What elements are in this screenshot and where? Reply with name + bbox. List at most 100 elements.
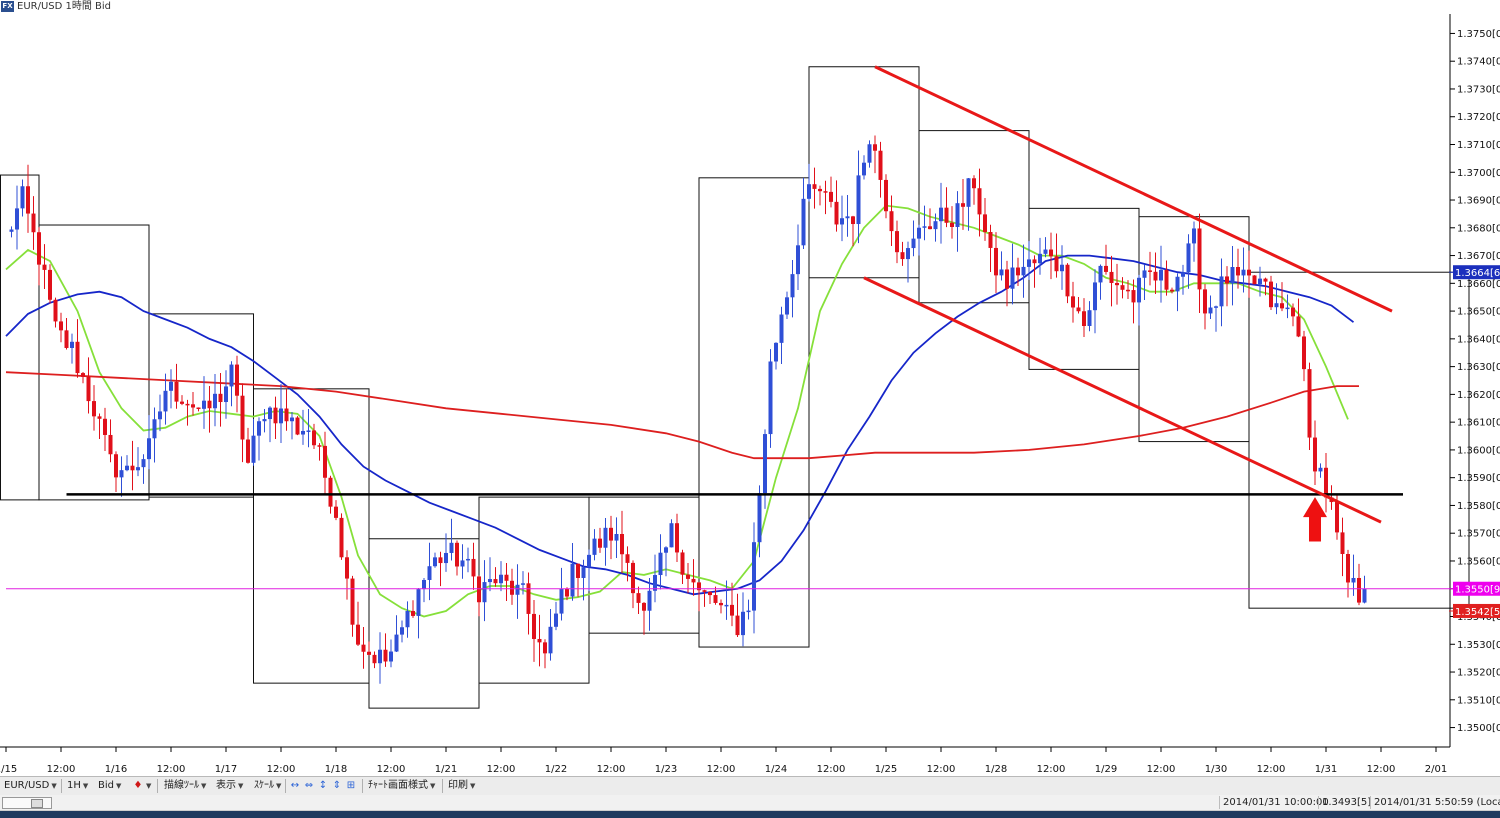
candle-body bbox=[1335, 502, 1339, 533]
chart-style-label: ﾁｬｰﾄ画面様式 bbox=[368, 780, 428, 791]
zoom-in-horizontal-icon[interactable]: ⇔ bbox=[303, 780, 315, 792]
display-menu[interactable]: 表示 ▼ bbox=[214, 779, 245, 793]
x-tick-label: 1/30 bbox=[1205, 764, 1227, 775]
candle-body bbox=[130, 465, 135, 471]
candle-body bbox=[889, 211, 894, 232]
chart-toolbar: EUR/USD ▼ 1H ▼ Bid ▼ ♦ ▼ 描線ﾂｰﾙ ▼ 表示 ▼ ｽｹｰﾙ ▼ ↔… bbox=[0, 776, 1500, 796]
y-tick-label: 1.3750[0] bbox=[1457, 29, 1500, 40]
candle-body bbox=[774, 342, 778, 362]
candle-body bbox=[928, 226, 932, 230]
candle-body bbox=[257, 421, 261, 436]
candle-body bbox=[26, 186, 30, 214]
candle-body bbox=[1104, 265, 1108, 272]
symbol-select[interactable]: EUR/USD ▼ bbox=[2, 779, 59, 793]
price-type-select[interactable]: Bid ▼ bbox=[96, 779, 123, 793]
candle-body bbox=[741, 611, 745, 636]
drawing-tools-menu[interactable]: 描線ﾂｰﾙ ▼ bbox=[162, 779, 208, 793]
candle-body bbox=[565, 588, 569, 597]
zoom-out-vertical-icon[interactable]: ↕ bbox=[317, 780, 329, 792]
y-tick-label: 1.3630[0] bbox=[1457, 362, 1500, 373]
candle-body bbox=[609, 527, 613, 541]
candle-body bbox=[477, 576, 481, 603]
candle-body bbox=[400, 627, 404, 635]
candle-body bbox=[1236, 267, 1240, 276]
candle-body bbox=[1071, 296, 1075, 308]
price-chart[interactable]: 1.3500[0] 1.3510[0] 1.3520[0] 1.3530[0] 1.35… bbox=[0, 0, 1500, 776]
candle-body bbox=[1241, 269, 1246, 276]
candle-body bbox=[526, 583, 531, 614]
status-local-time: 2014/01/31 5:50:59 (Local) bbox=[1370, 796, 1500, 809]
x-tick-label: 12:00 bbox=[377, 764, 406, 775]
candle-body bbox=[521, 583, 525, 585]
candle-body bbox=[246, 439, 250, 463]
candle-body bbox=[1346, 553, 1350, 583]
candle-body bbox=[829, 191, 833, 202]
candle-body bbox=[488, 579, 492, 583]
horizontal-scrollbar[interactable] bbox=[2, 797, 52, 809]
candle-body bbox=[1340, 532, 1345, 554]
candle-body bbox=[1131, 290, 1136, 303]
candle-body bbox=[554, 613, 558, 627]
fit-chart-icon[interactable]: ⊞ bbox=[345, 780, 357, 792]
chevron-down-icon: ▼ bbox=[201, 782, 207, 790]
price-tag-label: 1.3550[9 bbox=[1455, 585, 1500, 596]
candle-body bbox=[746, 610, 751, 613]
x-tick-label: 12:00 bbox=[1037, 764, 1066, 775]
chevron-down-icon: ▼ bbox=[116, 782, 122, 790]
print-menu[interactable]: 印刷 ▼ bbox=[446, 779, 477, 793]
scale-menu[interactable]: ｽｹｰﾙ ▼ bbox=[252, 779, 283, 793]
candle-body bbox=[1137, 277, 1141, 303]
candle-body bbox=[1274, 303, 1279, 308]
candle-body bbox=[834, 201, 839, 225]
candle-body bbox=[730, 604, 734, 616]
chart-style-menu[interactable]: ﾁｬｰﾄ画面様式 ▼ bbox=[366, 779, 437, 793]
candle-body bbox=[862, 162, 866, 176]
candle-body bbox=[1291, 307, 1295, 317]
candle-body bbox=[224, 386, 228, 403]
candle-body bbox=[339, 517, 344, 558]
candle-body bbox=[1357, 577, 1361, 603]
candle-body bbox=[433, 557, 437, 567]
os-taskbar bbox=[0, 811, 1500, 818]
drawing-tools-label: 描線ﾂｰﾙ bbox=[164, 780, 199, 791]
candle-body bbox=[1032, 259, 1037, 264]
y-tick-label: 1.3510[0] bbox=[1457, 695, 1500, 706]
candle-body bbox=[845, 216, 850, 219]
candle-body bbox=[372, 654, 377, 664]
candle-body bbox=[614, 534, 619, 541]
candle-body bbox=[988, 231, 993, 248]
chevron-down-icon: ▼ bbox=[276, 782, 282, 790]
candle-body bbox=[1148, 270, 1152, 272]
candle-body bbox=[394, 634, 399, 652]
candle-body bbox=[268, 407, 272, 420]
candle-body bbox=[147, 438, 151, 460]
candle-body bbox=[499, 574, 503, 584]
candle-body bbox=[1208, 307, 1213, 314]
candle-body bbox=[779, 314, 784, 343]
candle-body bbox=[702, 590, 707, 592]
chevron-down-icon: ▼ bbox=[470, 782, 476, 790]
toolbar-divider bbox=[362, 779, 363, 793]
candle-body bbox=[587, 554, 591, 568]
candle-body bbox=[240, 395, 245, 440]
candle-body bbox=[9, 229, 14, 232]
plot-area bbox=[0, 14, 1450, 747]
scrollbar-thumb[interactable] bbox=[31, 799, 43, 808]
candle-body bbox=[1164, 269, 1169, 290]
candle-body bbox=[295, 417, 300, 435]
candle-body bbox=[994, 247, 998, 276]
candle-body bbox=[449, 542, 454, 553]
candle-type-dropdown[interactable]: ▼ bbox=[142, 779, 153, 793]
candle-body bbox=[202, 400, 206, 409]
timeframe-select[interactable]: 1H ▼ bbox=[65, 779, 90, 793]
candle-body bbox=[422, 579, 426, 590]
x-tick-label: 1/31 bbox=[1315, 764, 1337, 775]
zoom-in-vertical-icon[interactable]: ⇕ bbox=[331, 780, 343, 792]
candle-body bbox=[636, 593, 641, 603]
candle-body bbox=[1313, 437, 1317, 472]
candle-body bbox=[48, 269, 52, 300]
candle-body bbox=[1318, 467, 1323, 472]
candle-body bbox=[350, 578, 355, 625]
candle-body bbox=[1230, 267, 1235, 284]
zoom-out-horizontal-icon[interactable]: ↔ bbox=[289, 780, 301, 792]
